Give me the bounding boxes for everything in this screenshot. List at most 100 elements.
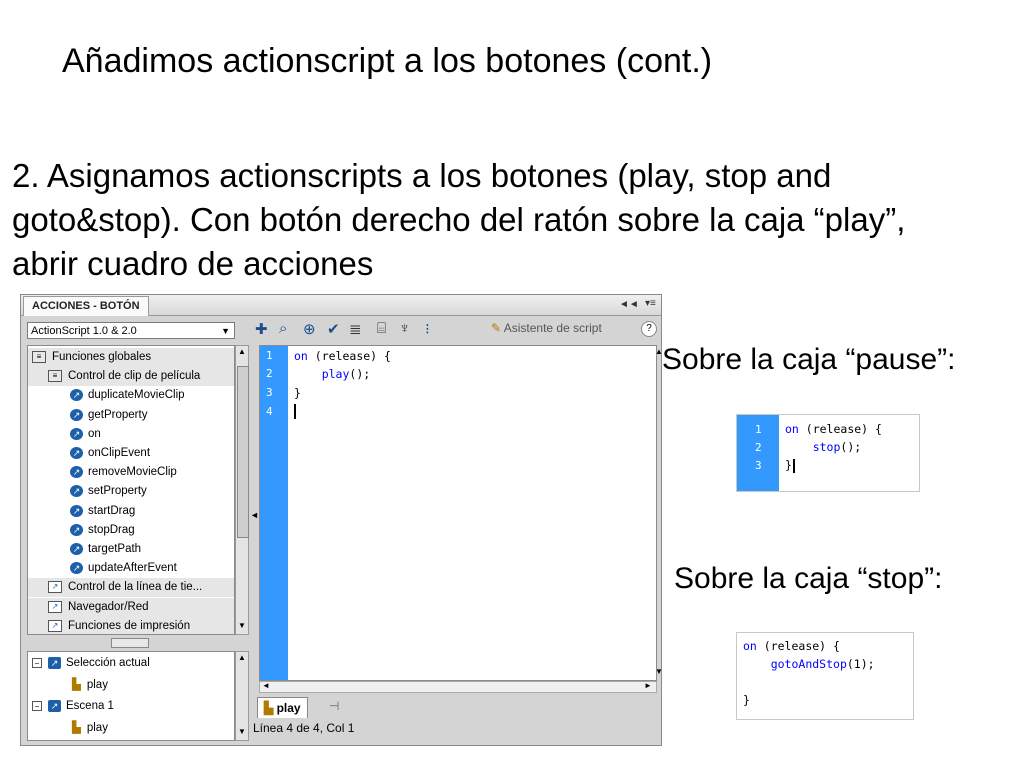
script-assistant-button[interactable]: ✎ Asistente de script — [491, 321, 602, 335]
book-icon: ↗ — [48, 619, 62, 632]
action-icon: ↗ — [70, 389, 83, 402]
keyword: on — [743, 639, 757, 653]
script-assistant-label: Asistente de script — [503, 321, 602, 335]
code-editor[interactable]: 1 2 3 4 on (release) { play(); } — [259, 345, 657, 681]
caption-pause: Sobre la caja “pause”: — [662, 343, 956, 376]
code-text: (release) { — [756, 639, 840, 653]
line-number-gutter: 1 2 3 4 — [260, 346, 288, 680]
code-text: } — [294, 386, 301, 400]
scroll-up-icon[interactable]: ▲ — [236, 652, 248, 664]
tree-item[interactable]: ↗ on — [28, 425, 101, 444]
collapse-icon[interactable]: ◄◄ — [619, 299, 639, 310]
scroll-up-icon[interactable]: ▲ — [236, 346, 248, 358]
navigator-item[interactable]: − ↗ Selección actual — [28, 654, 150, 673]
keyword: play — [321, 367, 350, 381]
tree-item[interactable]: ↗ getProperty — [28, 406, 147, 425]
tree-item[interactable]: ↗ Funciones de impresión — [28, 616, 234, 634]
collapse-toolbox-icon[interactable]: ◄ — [250, 510, 259, 520]
button-symbol-icon: ▙ — [72, 678, 81, 691]
expand-icon[interactable]: − — [32, 700, 42, 711]
snippet-stop: on (release) { gotoAndStop(1); } — [736, 632, 914, 720]
tree-item[interactable]: ↗ stopDrag — [28, 521, 135, 540]
editor-hscroll[interactable]: ◄ ► — [259, 681, 657, 693]
button-symbol-icon: ▙ — [264, 701, 274, 715]
navigator-item[interactable]: − ↗ Escena 1 — [28, 697, 114, 716]
navigator-item-label: Selección actual — [66, 657, 150, 669]
tree-item[interactable]: ↗ setProperty — [28, 482, 147, 501]
tree-item[interactable]: ≡ Control de clip de película — [28, 367, 234, 387]
action-icon: ↗ — [70, 523, 83, 536]
code-hint-icon[interactable]: ⌸ — [377, 320, 386, 337]
action-icon: ↗ — [70, 542, 83, 555]
tab-play[interactable]: ▙ play — [257, 697, 308, 718]
folder-icon: ≡ — [48, 370, 62, 383]
line-number: 1 — [755, 423, 762, 436]
instruction-line-2: goto&stop). Con botón derecho del ratón … — [12, 201, 906, 238]
tree-item-label: Navegador/Red — [68, 600, 149, 613]
auto-format-icon[interactable]: ≣ — [349, 320, 362, 338]
keyword: gotoAndStop — [770, 657, 847, 671]
selection-icon: ↗ — [48, 699, 61, 712]
tree-item[interactable]: ↗ duplicateMovieClip — [28, 386, 185, 405]
status-bar: Línea 4 de 4, Col 1 — [253, 721, 355, 735]
tree-item[interactable]: ↗ Navegador/Red — [28, 597, 234, 617]
navigator-item[interactable]: ▙ play — [28, 676, 108, 695]
tree-item[interactable]: ↗ onClipEvent — [28, 444, 150, 463]
instruction-line-1: 2. Asignamos actionscripts a los botones… — [12, 157, 832, 194]
scroll-down-icon[interactable]: ▼ — [236, 620, 248, 632]
scroll-left-icon[interactable]: ◄ — [262, 681, 270, 690]
action-icon: ↗ — [70, 427, 83, 440]
tree-item-label: onClipEvent — [88, 447, 151, 459]
find-icon[interactable]: ⌕ — [279, 320, 287, 337]
action-icon: ↗ — [70, 562, 83, 575]
code-line-1: on (release) { — [785, 422, 882, 436]
navigator-scrollbar[interactable]: ▲ ▼ — [235, 651, 249, 741]
target-icon[interactable]: ⊕ — [303, 320, 316, 338]
panel-menu-icon[interactable]: ▾≡ — [645, 298, 656, 309]
tree-item[interactable]: ↗ updateAfterEvent — [28, 559, 177, 578]
caption-stop: Sobre la caja “stop”: — [674, 562, 943, 595]
tree-item[interactable]: ↗ targetPath — [28, 540, 141, 559]
expand-icon[interactable]: − — [32, 657, 42, 668]
editor-vscroll[interactable]: ▲ ▼ — [655, 345, 663, 681]
scrollbar-thumb[interactable] — [237, 366, 249, 538]
panel-tab[interactable]: ACCIONES - BOTÓN — [23, 296, 149, 316]
help-icon[interactable]: ? — [641, 321, 657, 337]
scroll-right-icon[interactable]: ► — [644, 681, 652, 690]
pane-splitter[interactable] — [111, 638, 149, 648]
slide-title: Añadimos actionscript a los botones (con… — [62, 42, 713, 80]
tree-item-label: duplicateMovieClip — [88, 389, 185, 402]
code-line-2: play(); — [294, 367, 370, 381]
tree-item-label: startDrag — [88, 504, 136, 517]
tree-item[interactable]: ↗ startDrag — [28, 502, 135, 521]
actionscript-version-select[interactable]: ActionScript 1.0 & 2.0 ▼ — [27, 322, 235, 339]
collapse-braces-icon[interactable]: ⁝ — [425, 320, 430, 338]
tree-item-label: Control de la línea de tie... — [68, 581, 203, 594]
debug-options-icon[interactable]: ♆ — [399, 320, 410, 337]
version-select-value: ActionScript 1.0 & 2.0 — [31, 325, 137, 337]
keyword: on — [785, 422, 799, 436]
tree-item-label: on — [88, 427, 101, 440]
snippet-pause: 1 2 3 on (release) { stop(); } — [736, 414, 920, 492]
book-icon: ↗ — [48, 600, 62, 613]
tree-item[interactable]: ≡ Funciones globales — [28, 348, 234, 367]
code-line-1: on (release) { — [294, 349, 391, 363]
book-icon: ↗ — [48, 581, 62, 594]
tree-item[interactable]: ↗ removeMovieClip — [28, 463, 177, 482]
check-syntax-icon[interactable]: ✔ — [327, 320, 340, 338]
action-icon: ↗ — [70, 446, 83, 459]
pin-script-icon[interactable]: ⊣ — [329, 699, 339, 713]
code-line-3: } — [294, 386, 301, 400]
add-item-icon[interactable]: ✚ — [255, 320, 268, 338]
scroll-down-icon[interactable]: ▼ — [236, 726, 248, 738]
tab-play-label: play — [276, 701, 301, 715]
folder-icon: ≡ — [32, 350, 46, 363]
code-text: (); — [840, 440, 862, 454]
line-number: 1 — [266, 349, 273, 362]
code-text: (release) { — [798, 422, 882, 436]
scroll-down-icon[interactable]: ▼ — [655, 667, 663, 676]
tree-item[interactable]: ↗ Control de la línea de tie... — [28, 578, 234, 598]
keyword: stop — [812, 440, 841, 454]
toolbox-scrollbar[interactable]: ▲ ▼ — [235, 345, 249, 635]
navigator-item[interactable]: ▙ play — [28, 719, 108, 738]
